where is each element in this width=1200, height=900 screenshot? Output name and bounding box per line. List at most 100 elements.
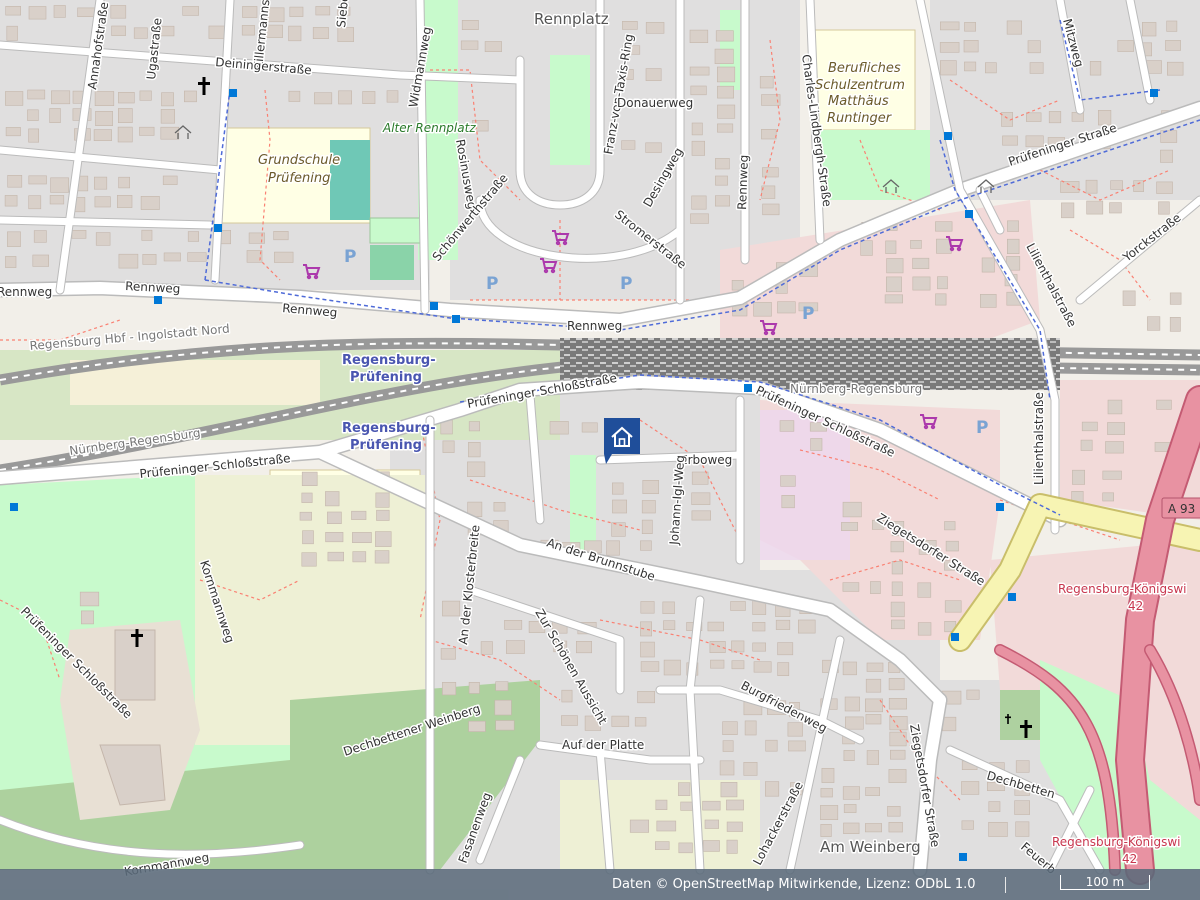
building — [691, 492, 711, 505]
station-label-line2: Prüfening — [350, 370, 422, 385]
building — [5, 256, 17, 268]
building — [888, 678, 905, 691]
building — [1156, 399, 1172, 410]
building — [184, 90, 197, 103]
building — [645, 68, 662, 81]
building — [1086, 200, 1104, 215]
building — [885, 240, 897, 254]
building — [810, 438, 823, 451]
building — [289, 6, 304, 17]
building — [691, 140, 705, 156]
building — [1015, 821, 1030, 837]
station-label-line2: 42 — [1122, 852, 1137, 866]
building — [707, 621, 725, 632]
bus-stop-icon — [10, 503, 18, 511]
building — [866, 750, 879, 765]
building — [988, 801, 1001, 812]
building — [5, 127, 21, 137]
building — [440, 648, 456, 660]
building — [5, 6, 21, 16]
building — [640, 661, 660, 672]
building — [118, 176, 130, 189]
building — [1169, 292, 1182, 305]
building — [611, 482, 624, 495]
building — [494, 699, 512, 716]
building — [860, 240, 873, 256]
building — [662, 601, 675, 615]
building — [1085, 179, 1098, 194]
building — [1061, 202, 1075, 219]
building — [327, 551, 344, 562]
building — [160, 126, 180, 140]
map-canvas[interactable]: P P P P P A 93 Rennplatz Alter Rennplatz… — [0, 0, 1200, 900]
building — [362, 91, 376, 105]
map-svg: P P P P P A 93 Rennplatz Alter Rennplatz… — [0, 0, 1200, 900]
street-label: Rennweg — [0, 285, 52, 299]
building — [690, 85, 707, 96]
building — [32, 254, 49, 267]
building — [1122, 290, 1136, 306]
building — [162, 175, 178, 185]
building — [885, 276, 902, 293]
building — [1169, 316, 1181, 332]
building — [312, 27, 329, 39]
place-label-alter-rennplatz: Alter Rennplatz — [382, 121, 476, 135]
building — [51, 90, 71, 105]
building — [637, 691, 655, 704]
building — [1167, 61, 1184, 76]
building — [842, 501, 862, 518]
building — [94, 176, 108, 190]
building — [288, 90, 301, 102]
building — [351, 510, 367, 520]
bus-stop-icon — [951, 633, 959, 641]
building — [884, 294, 903, 304]
building — [7, 175, 23, 188]
building — [4, 195, 18, 207]
footer-separator — [1005, 877, 1006, 893]
building — [889, 749, 906, 760]
building — [1147, 316, 1161, 331]
building — [71, 230, 87, 239]
building — [505, 640, 525, 654]
map-footer: Daten © OpenStreetMap Mitwirkende, Lizen… — [0, 869, 1200, 900]
home-marker-icon[interactable] — [604, 418, 640, 464]
building — [865, 787, 880, 796]
building — [961, 781, 980, 795]
parking-icon: P — [976, 418, 988, 438]
building — [325, 491, 340, 507]
building — [726, 821, 743, 832]
building — [963, 39, 979, 53]
building — [690, 213, 709, 224]
building — [888, 697, 907, 710]
building — [337, 27, 354, 42]
building — [939, 21, 960, 31]
building — [917, 622, 932, 636]
station-label-line1: Regensburg- — [342, 421, 436, 436]
building — [843, 750, 855, 762]
building — [28, 175, 47, 185]
building — [484, 41, 502, 52]
building — [493, 501, 506, 512]
building — [917, 582, 932, 598]
building — [629, 819, 650, 833]
building — [28, 6, 47, 20]
attribution-text[interactable]: Daten © OpenStreetMap Mitwirkende, Lizen… — [612, 877, 976, 892]
building — [504, 619, 523, 630]
building — [442, 600, 461, 617]
building — [691, 195, 707, 210]
building — [81, 610, 94, 625]
parking-icon: P — [486, 274, 498, 294]
building — [961, 820, 974, 830]
building — [842, 786, 860, 800]
building — [53, 5, 66, 18]
building — [288, 25, 302, 42]
building — [864, 823, 882, 833]
building — [139, 90, 152, 101]
building — [606, 540, 620, 556]
street-label: Rennweg — [125, 279, 181, 296]
building — [640, 601, 655, 614]
building — [777, 642, 794, 656]
building — [6, 25, 18, 41]
building — [715, 30, 734, 42]
building — [777, 301, 796, 314]
